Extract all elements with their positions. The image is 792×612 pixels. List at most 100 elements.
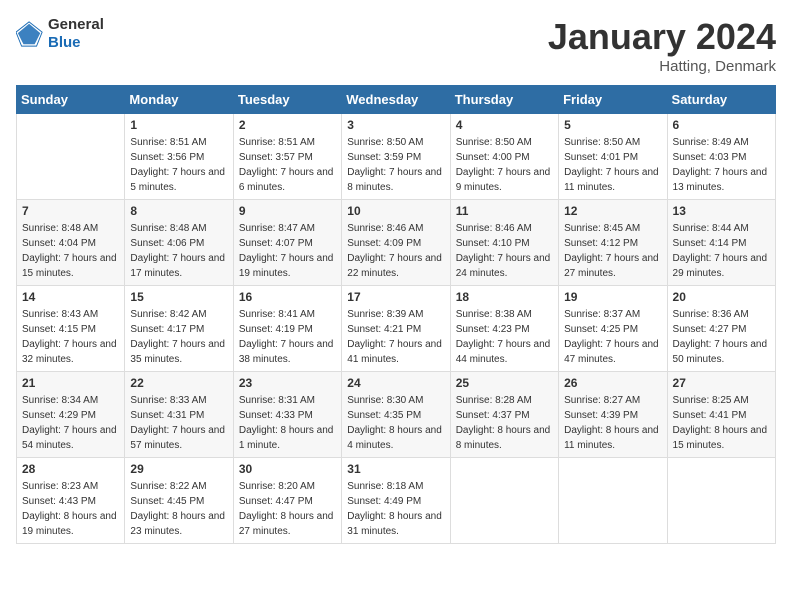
location-title: Hatting, Denmark [548,58,776,75]
calendar-cell: 12 Sunrise: 8:45 AMSunset: 4:12 PMDaylig… [559,200,667,286]
calendar-cell: 13 Sunrise: 8:44 AMSunset: 4:14 PMDaylig… [667,200,775,286]
title-area: January 2024 Hatting, Denmark [548,16,776,75]
day-number: 14 [22,290,119,304]
day-number: 18 [456,290,553,304]
day-number: 28 [22,462,119,476]
day-number: 2 [239,118,336,132]
calendar-cell: 29 Sunrise: 8:22 AMSunset: 4:45 PMDaylig… [125,458,233,544]
calendar-cell: 10 Sunrise: 8:46 AMSunset: 4:09 PMDaylig… [342,200,450,286]
day-number: 1 [130,118,227,132]
calendar-table: SundayMondayTuesdayWednesdayThursdayFrid… [16,85,776,544]
day-number: 23 [239,376,336,390]
calendar-cell: 3 Sunrise: 8:50 AMSunset: 3:59 PMDayligh… [342,114,450,200]
day-info: Sunrise: 8:27 AMSunset: 4:39 PMDaylight:… [564,393,661,453]
day-number: 20 [673,290,770,304]
calendar-cell: 24 Sunrise: 8:30 AMSunset: 4:35 PMDaylig… [342,372,450,458]
day-number: 17 [347,290,444,304]
calendar-cell [17,114,125,200]
calendar-week-row: 28 Sunrise: 8:23 AMSunset: 4:43 PMDaylig… [17,458,776,544]
day-number: 15 [130,290,227,304]
day-info: Sunrise: 8:20 AMSunset: 4:47 PMDaylight:… [239,479,336,539]
month-title: January 2024 [548,16,776,58]
day-number: 26 [564,376,661,390]
day-info: Sunrise: 8:48 AMSunset: 4:04 PMDaylight:… [22,221,119,281]
day-info: Sunrise: 8:28 AMSunset: 4:37 PMDaylight:… [456,393,553,453]
calendar-cell: 25 Sunrise: 8:28 AMSunset: 4:37 PMDaylig… [450,372,558,458]
day-info: Sunrise: 8:30 AMSunset: 4:35 PMDaylight:… [347,393,444,453]
day-info: Sunrise: 8:46 AMSunset: 4:10 PMDaylight:… [456,221,553,281]
calendar-cell [667,458,775,544]
header: General Blue January 2024 Hatting, Denma… [16,16,776,75]
day-info: Sunrise: 8:42 AMSunset: 4:17 PMDaylight:… [130,307,227,367]
calendar-week-row: 1 Sunrise: 8:51 AMSunset: 3:56 PMDayligh… [17,114,776,200]
day-info: Sunrise: 8:48 AMSunset: 4:06 PMDaylight:… [130,221,227,281]
calendar-cell: 5 Sunrise: 8:50 AMSunset: 4:01 PMDayligh… [559,114,667,200]
calendar-header: SundayMondayTuesdayWednesdayThursdayFrid… [17,86,776,114]
calendar-cell: 14 Sunrise: 8:43 AMSunset: 4:15 PMDaylig… [17,286,125,372]
day-info: Sunrise: 8:44 AMSunset: 4:14 PMDaylight:… [673,221,770,281]
calendar-cell: 31 Sunrise: 8:18 AMSunset: 4:49 PMDaylig… [342,458,450,544]
weekday-header-sunday: Sunday [17,86,125,114]
logo: General Blue [16,16,104,52]
calendar-cell: 8 Sunrise: 8:48 AMSunset: 4:06 PMDayligh… [125,200,233,286]
calendar-cell: 28 Sunrise: 8:23 AMSunset: 4:43 PMDaylig… [17,458,125,544]
calendar-cell: 6 Sunrise: 8:49 AMSunset: 4:03 PMDayligh… [667,114,775,200]
day-number: 10 [347,204,444,218]
day-number: 30 [239,462,336,476]
calendar-cell [559,458,667,544]
weekday-header-monday: Monday [125,86,233,114]
calendar-cell: 1 Sunrise: 8:51 AMSunset: 3:56 PMDayligh… [125,114,233,200]
day-number: 11 [456,204,553,218]
calendar-cell: 11 Sunrise: 8:46 AMSunset: 4:10 PMDaylig… [450,200,558,286]
day-info: Sunrise: 8:46 AMSunset: 4:09 PMDaylight:… [347,221,444,281]
day-number: 16 [239,290,336,304]
day-number: 31 [347,462,444,476]
day-info: Sunrise: 8:43 AMSunset: 4:15 PMDaylight:… [22,307,119,367]
day-info: Sunrise: 8:47 AMSunset: 4:07 PMDaylight:… [239,221,336,281]
day-number: 13 [673,204,770,218]
day-info: Sunrise: 8:18 AMSunset: 4:49 PMDaylight:… [347,479,444,539]
day-info: Sunrise: 8:50 AMSunset: 3:59 PMDaylight:… [347,135,444,195]
day-info: Sunrise: 8:49 AMSunset: 4:03 PMDaylight:… [673,135,770,195]
calendar-cell: 23 Sunrise: 8:31 AMSunset: 4:33 PMDaylig… [233,372,341,458]
day-number: 6 [673,118,770,132]
logo-blue-text: Blue [48,34,81,51]
calendar-cell: 17 Sunrise: 8:39 AMSunset: 4:21 PMDaylig… [342,286,450,372]
day-number: 27 [673,376,770,390]
calendar-cell: 16 Sunrise: 8:41 AMSunset: 4:19 PMDaylig… [233,286,341,372]
day-number: 22 [130,376,227,390]
day-info: Sunrise: 8:25 AMSunset: 4:41 PMDaylight:… [673,393,770,453]
logo-general-text: General [48,16,104,33]
day-info: Sunrise: 8:22 AMSunset: 4:45 PMDaylight:… [130,479,227,539]
calendar-cell: 9 Sunrise: 8:47 AMSunset: 4:07 PMDayligh… [233,200,341,286]
calendar-cell: 21 Sunrise: 8:34 AMSunset: 4:29 PMDaylig… [17,372,125,458]
calendar-body: 1 Sunrise: 8:51 AMSunset: 3:56 PMDayligh… [17,114,776,544]
day-info: Sunrise: 8:33 AMSunset: 4:31 PMDaylight:… [130,393,227,453]
calendar-cell: 15 Sunrise: 8:42 AMSunset: 4:17 PMDaylig… [125,286,233,372]
day-number: 7 [22,204,119,218]
day-number: 9 [239,204,336,218]
day-number: 3 [347,118,444,132]
weekday-header-saturday: Saturday [667,86,775,114]
day-number: 19 [564,290,661,304]
weekday-header-wednesday: Wednesday [342,86,450,114]
calendar-week-row: 14 Sunrise: 8:43 AMSunset: 4:15 PMDaylig… [17,286,776,372]
day-info: Sunrise: 8:34 AMSunset: 4:29 PMDaylight:… [22,393,119,453]
weekday-header-thursday: Thursday [450,86,558,114]
day-info: Sunrise: 8:23 AMSunset: 4:43 PMDaylight:… [22,479,119,539]
calendar-cell: 20 Sunrise: 8:36 AMSunset: 4:27 PMDaylig… [667,286,775,372]
day-number: 8 [130,204,227,218]
day-info: Sunrise: 8:38 AMSunset: 4:23 PMDaylight:… [456,307,553,367]
weekday-header-tuesday: Tuesday [233,86,341,114]
calendar-week-row: 7 Sunrise: 8:48 AMSunset: 4:04 PMDayligh… [17,200,776,286]
calendar-cell [450,458,558,544]
day-info: Sunrise: 8:50 AMSunset: 4:01 PMDaylight:… [564,135,661,195]
calendar-cell: 19 Sunrise: 8:37 AMSunset: 4:25 PMDaylig… [559,286,667,372]
day-info: Sunrise: 8:36 AMSunset: 4:27 PMDaylight:… [673,307,770,367]
calendar-cell: 4 Sunrise: 8:50 AMSunset: 4:00 PMDayligh… [450,114,558,200]
weekday-header-row: SundayMondayTuesdayWednesdayThursdayFrid… [17,86,776,114]
calendar-cell: 30 Sunrise: 8:20 AMSunset: 4:47 PMDaylig… [233,458,341,544]
day-number: 24 [347,376,444,390]
day-number: 12 [564,204,661,218]
day-info: Sunrise: 8:39 AMSunset: 4:21 PMDaylight:… [347,307,444,367]
